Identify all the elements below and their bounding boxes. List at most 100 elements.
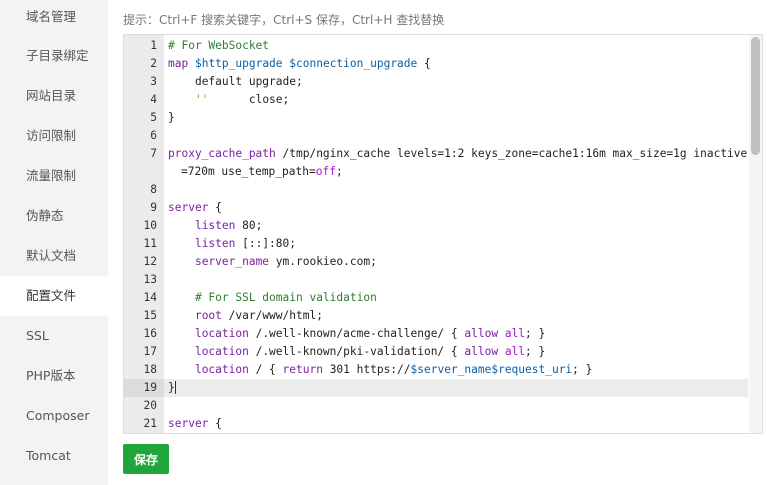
sidebar-item[interactable]: 网站目录 (0, 76, 108, 116)
code-token: /.well-known/pki-validation/ { (248, 345, 465, 358)
code-token: server_name (194, 255, 270, 268)
code-token: map (168, 57, 189, 70)
line-number: 14 (143, 291, 157, 304)
line-number: 13 (143, 273, 157, 286)
code-token: $http_upgrade (194, 57, 283, 70)
code-line[interactable]: 11 listen [::]:80; (124, 235, 748, 253)
code-line[interactable]: 5} (124, 109, 748, 127)
code-token: off (315, 165, 336, 178)
code-token: all (504, 327, 526, 340)
code-token: # For SSL domain validation (194, 291, 377, 304)
line-number: 5 (150, 111, 157, 124)
code-line[interactable]: 13 (124, 271, 748, 289)
code-token: 301 https:// (322, 363, 411, 376)
code-token: close; (208, 93, 290, 106)
sidebar-item[interactable]: 子目录绑定 (0, 36, 108, 76)
sidebar-item[interactable]: 配置文件 (0, 276, 108, 316)
code-token: } (168, 111, 175, 124)
code-token: allow (464, 345, 499, 358)
code-token: { (208, 417, 222, 430)
code-line[interactable]: 4 '' close; (124, 91, 748, 109)
code-token: 80; (235, 219, 263, 232)
sidebar-item[interactable]: 伪静态 (0, 196, 108, 236)
line-number: 8 (150, 183, 157, 196)
line-number: 17 (143, 345, 157, 358)
code-line[interactable]: 10 listen 80; (124, 217, 748, 235)
code-line[interactable]: 21 server { (124, 415, 748, 433)
code-token: location (194, 363, 249, 376)
code-token: { (417, 57, 431, 70)
vertical-scrollbar[interactable] (749, 35, 762, 433)
code-token: root (194, 309, 222, 322)
sidebar-item[interactable]: Composer (0, 396, 108, 436)
code-line[interactable]: 12 server_name ym.rookieo.com; (124, 253, 748, 271)
code-token: /tmp/nginx_cache levels=1:2 keys_zone=ca… (275, 147, 748, 160)
code-token: /var/www/html; (221, 309, 323, 322)
code-token: ; } (572, 363, 593, 376)
code-text: # For SSL domain validation (168, 289, 748, 307)
code-line[interactable]: 9 server { (124, 199, 748, 217)
line-number: 6 (150, 129, 157, 142)
code-line[interactable]: 8 (124, 181, 748, 199)
code-token: $server_name (410, 363, 492, 376)
line-number: 18 (143, 363, 157, 376)
code-text: # For WebSocket (168, 37, 748, 55)
line-number: 10 (143, 219, 157, 232)
code-line[interactable]: 1 # For WebSocket (124, 37, 748, 55)
code-text: location / { return 301 https://$server_… (168, 361, 748, 379)
line-number: 9 (150, 201, 157, 214)
code-line[interactable]: 18 location / { return 301 https://$serv… (124, 361, 748, 379)
code-text: location /.well-known/acme-challenge/ { … (168, 325, 748, 343)
code-token: default upgrade; (168, 75, 303, 88)
code-token: server (168, 201, 209, 214)
config-code-editor[interactable]: 1 # For WebSocket 2 map $http_upgrade $conn… (123, 34, 763, 434)
code-line[interactable]: 6 (124, 127, 748, 145)
code-line[interactable]: 16 location /.well-known/acme-challenge/… (124, 325, 748, 343)
code-token: server (168, 417, 209, 430)
code-text: server { (168, 415, 748, 433)
code-text: } (168, 379, 748, 397)
sidebar-item[interactable]: SSL (0, 316, 108, 356)
code-token: return (282, 363, 323, 376)
sidebar-item[interactable]: PHP版本 (0, 356, 108, 396)
code-line[interactable]: 2 map $http_upgrade $connection_upgrade { (124, 55, 748, 73)
sidebar-item[interactable]: 流量限制 (0, 156, 108, 196)
code-text: root /var/www/html; (168, 307, 748, 325)
code-line[interactable]: 20 (124, 397, 748, 415)
sidebar-item[interactable]: Tomcat (0, 436, 108, 476)
code-text: map $http_upgrade $connection_upgrade { (168, 55, 748, 73)
code-token: / { (248, 363, 283, 376)
code-text: '' close; (168, 91, 748, 109)
code-token: listen (194, 237, 236, 250)
code-lines[interactable]: 1 # For WebSocket 2 map $http_upgrade $conn… (124, 37, 748, 433)
code-line[interactable]: 7 proxy_cache_path /tmp/nginx_cache level… (124, 145, 748, 181)
code-token: /.well-known/acme-challenge/ { (248, 327, 465, 340)
code-token: $connection_upgrade (289, 57, 418, 70)
code-line[interactable]: 17 location /.well-known/pki-validation/… (124, 343, 748, 361)
code-line[interactable]: 19} (124, 379, 748, 397)
scrollbar-thumb[interactable] (751, 37, 760, 155)
code-token: $request_uri (491, 363, 573, 376)
code-token: ; } (525, 327, 546, 340)
line-number: 16 (143, 327, 157, 340)
code-line[interactable]: 3 default upgrade; (124, 73, 748, 91)
code-line[interactable]: 14 # For SSL domain validation (124, 289, 748, 307)
sidebar-item[interactable]: 访问限制 (0, 116, 108, 156)
text-cursor (174, 381, 176, 394)
sidebar: 域名管理 子目录绑定 网站目录 访问限制 流量限制 伪静态 默认文档 配置文件 SSL PHP版本… (0, 0, 108, 485)
save-button[interactable]: 保存 (123, 444, 169, 474)
line-number: 11 (143, 237, 157, 250)
sidebar-item[interactable]: 域名管理 (0, 0, 108, 36)
sidebar-item[interactable]: 默认文档 (0, 236, 108, 276)
code-line[interactable]: 15 root /var/www/html; (124, 307, 748, 325)
